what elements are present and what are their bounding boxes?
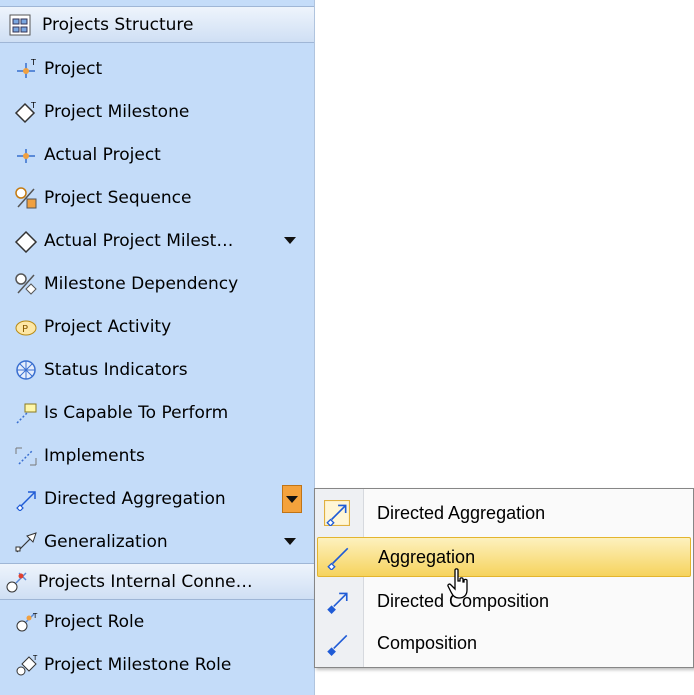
palette-item-label: Is Capable To Perform — [44, 402, 229, 423]
generalization-icon — [15, 531, 37, 552]
directed-aggregation-icon — [16, 490, 36, 511]
aggregation-type-popup-menu: Directed Aggregation Aggregation Directe… — [314, 488, 694, 668]
diagram-palette: Projects Structure T Project T Project M… — [0, 0, 315, 695]
project-role-icon: T — [16, 612, 38, 631]
palette-item-label: Actual Project Milest… — [44, 230, 234, 251]
palette-item-label: Project Milestone Role — [44, 654, 232, 675]
palette-item-generalization[interactable]: Generalization — [0, 520, 314, 563]
palette-item-project-activity[interactable]: P Project Activity — [0, 305, 314, 348]
svg-text:T: T — [32, 654, 38, 662]
palette-item-label: Implements — [44, 445, 145, 466]
svg-text:T: T — [32, 612, 38, 620]
svg-text:T: T — [30, 58, 36, 67]
palette-item-label: Project Milestone — [44, 101, 190, 122]
palette-item-project-sequence[interactable]: Project Sequence — [0, 176, 314, 219]
project-milestone-role-icon: T — [16, 654, 38, 675]
palette-item-label: Status Indicators — [44, 359, 188, 380]
menu-item-composition[interactable]: Composition — [317, 623, 691, 663]
chevron-down-icon[interactable] — [282, 485, 302, 513]
palette-item-label: Project Activity — [44, 316, 172, 337]
milestone-dependency-icon — [15, 272, 37, 295]
palette-item-project[interactable]: T Project — [0, 47, 314, 90]
diagram-group-icon — [9, 14, 31, 35]
palette-item-is-capable-to-perform[interactable]: Is Capable To Perform — [0, 391, 314, 434]
palette-item-label: Project Sequence — [44, 187, 192, 208]
mouse-cursor-icon — [447, 568, 468, 599]
directed-composition-icon — [327, 592, 348, 614]
directed-aggregation-icon — [324, 500, 350, 526]
menu-item-label: Directed Aggregation — [377, 502, 546, 523]
menu-item-directed-aggregation[interactable]: Directed Aggregation — [317, 493, 691, 533]
project-activity-icon: P — [15, 320, 37, 335]
group-header-label: Projects Structure — [42, 14, 194, 35]
palette-item-project-milestone-role[interactable]: T Project Milestone Role — [0, 643, 314, 686]
project-sequence-icon — [15, 186, 37, 208]
is-capable-to-perform-icon — [16, 403, 37, 424]
palette-item-directed-aggregation[interactable]: Directed Aggregation — [0, 477, 314, 520]
chevron-down-icon[interactable] — [284, 237, 296, 244]
menu-item-label: Composition — [377, 632, 478, 653]
palette-item-milestone-dependency[interactable]: Milestone Dependency — [0, 262, 314, 305]
group-header-projects-internal-connections[interactable]: Projects Internal Conne… — [0, 563, 314, 600]
implements-icon — [15, 447, 37, 465]
chevron-down-icon[interactable] — [284, 538, 296, 545]
menu-item-label: Aggregation — [378, 546, 476, 567]
palette-item-label: Project — [44, 58, 103, 79]
menu-item-directed-composition[interactable]: Directed Composition — [317, 581, 691, 621]
palette-item-actual-project[interactable]: Actual Project — [0, 133, 314, 176]
palette-item-label: Milestone Dependency — [44, 273, 239, 294]
project-milestone-icon: T — [14, 101, 36, 123]
aggregation-icon — [327, 547, 349, 570]
palette-item-label: Project Role — [44, 611, 145, 632]
palette-item-status-indicators[interactable]: Status Indicators — [0, 348, 314, 391]
menu-item-aggregation[interactable]: Aggregation — [317, 537, 691, 577]
palette-item-label: Actual Project — [44, 144, 161, 165]
palette-item-project-milestone[interactable]: T Project Milestone — [0, 90, 314, 133]
project-internal-connection-icon — [6, 571, 27, 592]
group-header-label: Projects Internal Conne… — [38, 571, 253, 592]
actual-project-icon — [17, 148, 35, 163]
actual-project-milestone-icon — [14, 230, 38, 253]
palette-item-actual-project-milestone[interactable]: Actual Project Milest… — [0, 219, 314, 262]
palette-item-label: Directed Aggregation — [44, 488, 226, 509]
composition-icon — [327, 634, 348, 656]
status-indicators-icon — [16, 359, 36, 380]
palette-item-label: Generalization — [44, 531, 168, 552]
project-icon: T — [17, 58, 36, 78]
palette-item-implements[interactable]: Implements — [0, 434, 314, 477]
group-header-projects-structure[interactable]: Projects Structure — [0, 6, 314, 43]
svg-text:P: P — [22, 324, 28, 335]
svg-text:T: T — [30, 101, 36, 110]
palette-item-project-role[interactable]: T Project Role — [0, 600, 314, 643]
